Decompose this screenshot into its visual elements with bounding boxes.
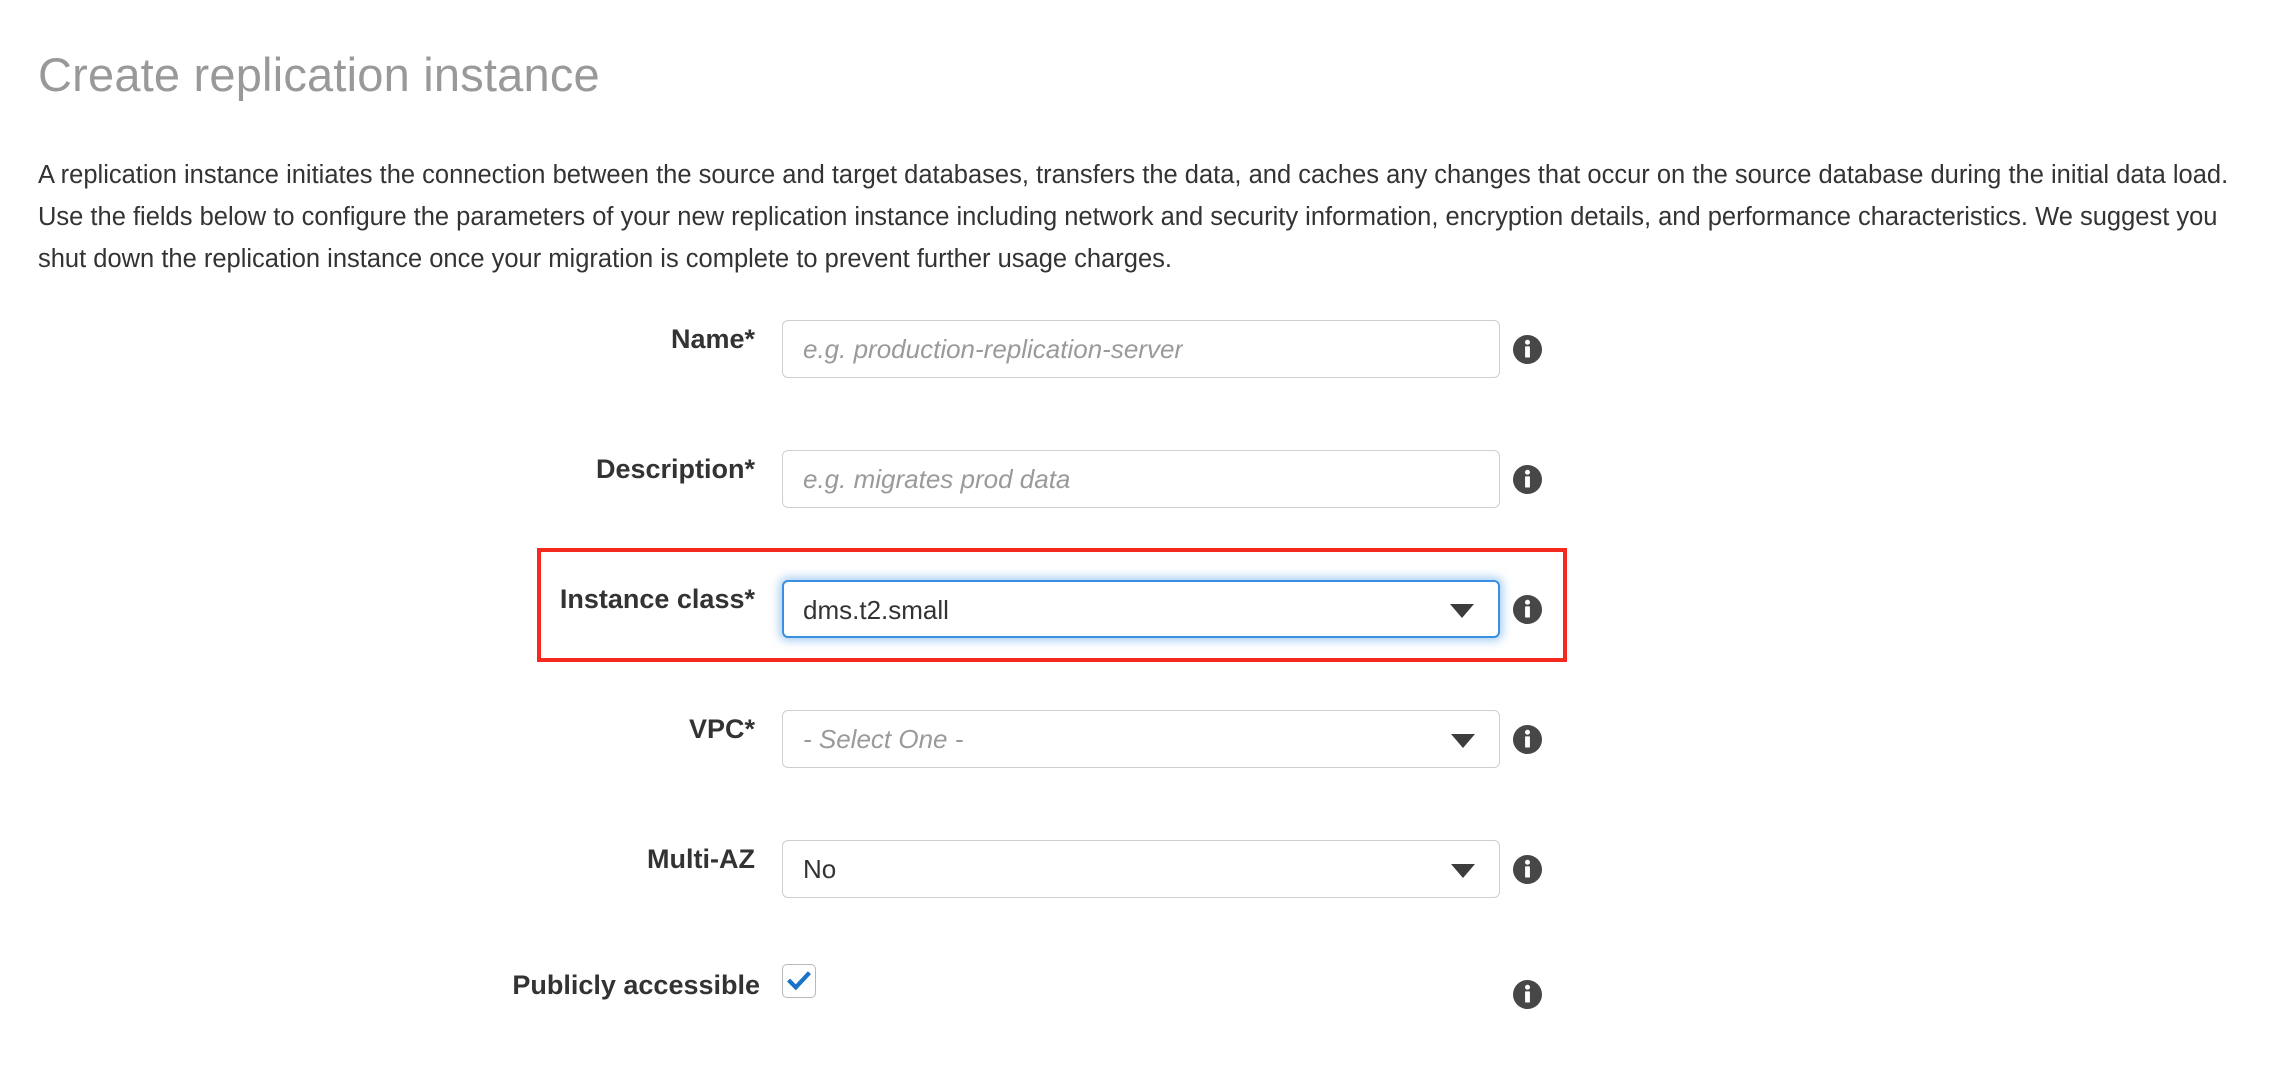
info-icon[interactable] — [1512, 594, 1543, 625]
info-icon[interactable] — [1512, 854, 1543, 885]
form-row-vpc: VPC* - Select One - — [0, 690, 2276, 820]
description-input[interactable]: e.g. migrates prod data — [782, 450, 1500, 508]
name-label: Name* — [670, 324, 755, 354]
chevron-down-icon — [1450, 604, 1474, 618]
multi-az-label: Multi-AZ — [647, 844, 755, 874]
form-row-publicly-accessible: Publicly accessible — [0, 950, 2276, 1060]
create-replication-instance-page: Create replication instance A replicatio… — [0, 0, 2276, 1082]
info-icon[interactable] — [1512, 334, 1543, 365]
name-input-placeholder: e.g. production-replication-server — [803, 334, 1184, 364]
instance-class-value: dms.t2.small — [803, 595, 949, 625]
publicly-accessible-label: Publicly accessible — [512, 970, 760, 1000]
instance-class-select[interactable]: dms.t2.small — [782, 580, 1500, 638]
chevron-down-icon — [1451, 734, 1475, 748]
replication-instance-form: Name* e.g. production-replication-server… — [0, 300, 2276, 1060]
publicly-accessible-checkbox[interactable] — [782, 964, 816, 998]
info-icon[interactable] — [1512, 724, 1543, 755]
page-description: A replication instance initiates the con… — [38, 160, 2229, 273]
check-icon — [787, 971, 811, 991]
multi-az-select[interactable]: No — [782, 840, 1500, 898]
chevron-down-icon — [1451, 864, 1475, 878]
name-input[interactable]: e.g. production-replication-server — [782, 320, 1500, 378]
page-title: Create replication instance — [38, 48, 600, 102]
form-row-name: Name* e.g. production-replication-server — [0, 300, 2276, 430]
info-icon[interactable] — [1512, 464, 1543, 495]
form-row-description: Description* e.g. migrates prod data — [0, 430, 2276, 560]
vpc-value: - Select One - — [803, 724, 964, 754]
vpc-label: VPC* — [688, 714, 755, 744]
multi-az-value: No — [803, 854, 837, 884]
instance-class-label: Instance class* — [559, 584, 755, 614]
description-label: Description* — [595, 454, 755, 484]
form-row-multi-az: Multi-AZ No — [0, 820, 2276, 950]
vpc-select[interactable]: - Select One - — [782, 710, 1500, 768]
description-input-placeholder: e.g. migrates prod data — [803, 464, 1071, 494]
form-row-instance-class: Instance class* dms.t2.small — [0, 560, 2276, 690]
info-icon[interactable] — [1512, 979, 1543, 1010]
